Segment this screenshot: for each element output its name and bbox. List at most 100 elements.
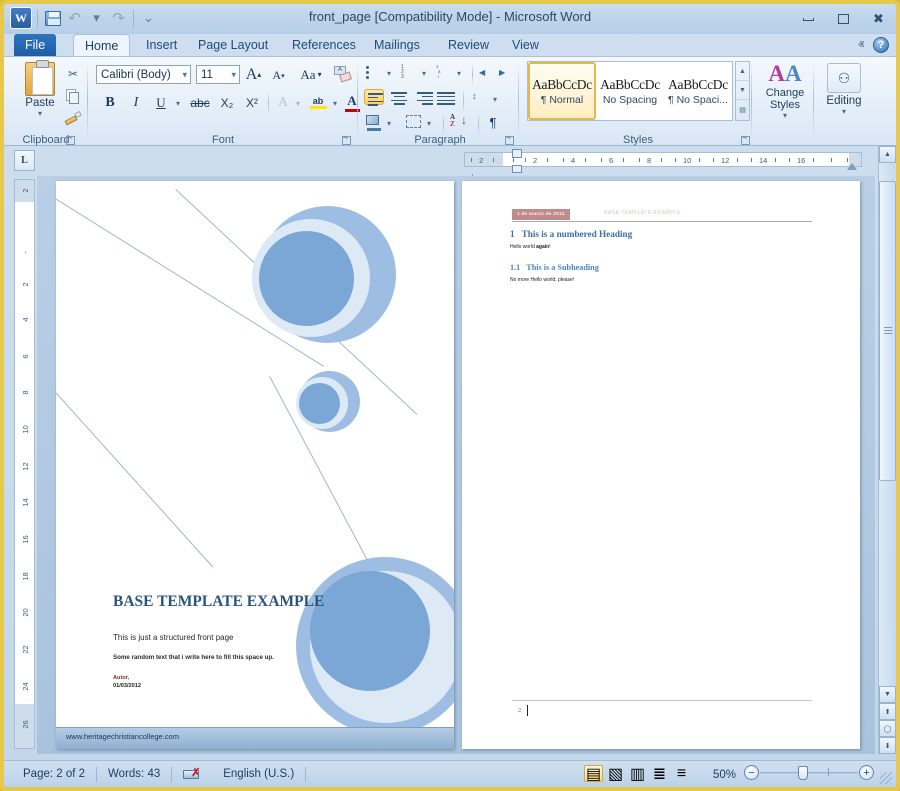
tab-file[interactable]: File	[14, 34, 57, 56]
tab-insert[interactable]: Insert	[135, 34, 188, 56]
grow-font-button[interactable]: A ▴	[243, 64, 264, 85]
underline-button[interactable]: U	[151, 93, 171, 113]
scroll-up-button[interactable]: ▲	[879, 146, 896, 163]
scrollbar-thumb[interactable]	[879, 181, 896, 481]
previous-page-button[interactable]: ⬆	[879, 703, 896, 720]
scroll-down-button[interactable]: ▼	[879, 686, 896, 703]
close-button[interactable]: ✖	[869, 11, 888, 27]
page-indicator[interactable]: Page: 2 of 2	[12, 765, 96, 784]
zoom-slider-thumb[interactable]	[798, 766, 808, 780]
styles-gallery[interactable]: AaBbCcDc ¶ Normal AaBbCcDc No Spacing Aa…	[527, 61, 733, 121]
borders-dropdown-icon[interactable]: ▾	[427, 119, 431, 128]
paste-dropdown-icon[interactable]: ▾	[18, 109, 62, 118]
word-count[interactable]: Words: 43	[97, 765, 171, 784]
tab-review[interactable]: Review	[437, 34, 500, 56]
chevron-down-icon[interactable]: ▾	[182, 69, 187, 80]
left-indent-marker[interactable]	[512, 165, 522, 173]
language-indicator[interactable]: English (U.S.)	[212, 765, 305, 784]
zoom-in-button[interactable]: +	[859, 765, 874, 780]
increase-indent-icon[interactable]: ▶	[499, 65, 517, 81]
highlight-dropdown-icon[interactable]: ▾	[329, 95, 341, 111]
highlight-button[interactable]: ab	[306, 91, 330, 113]
document-page-1[interactable]: BASE TEMPLATE EXAMPLE This is just a str…	[56, 181, 454, 749]
view-full-screen-reading[interactable]: ▧	[606, 765, 625, 783]
tab-page-layout[interactable]: Page Layout	[187, 34, 279, 56]
document-canvas[interactable]: BASE TEMPLATE EXAMPLE This is just a str…	[37, 176, 875, 754]
zoom-slider[interactable]: − +	[744, 765, 874, 780]
editing-button[interactable]: ⚇ Editing ▾	[824, 63, 864, 116]
text-effects-button[interactable]: A	[273, 93, 293, 113]
text-effects-dropdown-icon[interactable]: ▾	[292, 95, 304, 111]
tab-references[interactable]: References	[281, 34, 367, 56]
line-spacing-dropdown-icon[interactable]: ▾	[493, 95, 497, 104]
bullets-icon[interactable]	[366, 65, 384, 81]
minimize-button[interactable]	[799, 11, 818, 27]
font-family-combo[interactable]: Calibri (Body) ▾	[96, 65, 191, 84]
view-draft[interactable]: ≡	[672, 765, 691, 782]
proofing-errors-icon[interactable]: ✗	[172, 765, 212, 784]
cut-icon[interactable]: ✂	[64, 65, 82, 83]
shrink-font-button[interactable]: A ▾	[268, 66, 289, 85]
format-painter-icon[interactable]	[64, 109, 82, 127]
decrease-indent-icon[interactable]: ◀	[479, 65, 497, 81]
right-indent-marker[interactable]	[847, 163, 857, 170]
help-icon[interactable]: ?	[873, 37, 889, 53]
document-page-2[interactable]: 1 de marzo de 2012 BASE TEMPLATE EXAMPLE…	[462, 181, 860, 749]
tab-view[interactable]: View	[501, 34, 550, 56]
select-browse-object-button[interactable]: ◯	[879, 720, 896, 737]
view-print-layout[interactable]: ▤	[584, 765, 603, 783]
multilevel-list-icon[interactable]: 1 a i	[436, 64, 454, 81]
bold-button[interactable]: B	[100, 93, 120, 113]
subscript-button[interactable]: X₂	[216, 93, 238, 113]
numbering-dropdown-icon[interactable]: ▾	[422, 69, 426, 78]
line-spacing-icon[interactable]: ↕	[472, 91, 490, 107]
view-web-layout[interactable]: ▥	[628, 765, 647, 783]
justify-icon[interactable]	[437, 92, 457, 108]
italic-button[interactable]: I	[126, 93, 146, 113]
styles-dialog-launcher[interactable]	[741, 136, 750, 145]
style-normal[interactable]: AaBbCcDc ¶ Normal	[528, 62, 596, 120]
first-line-indent-marker[interactable]	[512, 149, 522, 158]
clear-formatting-icon[interactable]: A	[332, 64, 354, 85]
view-outline[interactable]: ≣	[650, 765, 669, 783]
numbering-icon[interactable]: 1 2 3	[401, 64, 419, 81]
font-size-combo[interactable]: 11 ▾	[196, 65, 240, 84]
style-no-spacing-2[interactable]: AaBbCcDc ¶ No Spaci...	[664, 62, 732, 120]
underline-dropdown-icon[interactable]: ▾	[172, 95, 184, 111]
clipboard-dialog-launcher[interactable]	[66, 136, 75, 145]
vertical-scrollbar[interactable]: ▲ ▼ ⬆ ◯ ⬇	[878, 146, 896, 754]
zoom-level[interactable]: 50%	[713, 769, 736, 781]
align-left-icon[interactable]	[364, 89, 384, 107]
shading-icon[interactable]	[366, 115, 384, 131]
zoom-out-button[interactable]: −	[744, 765, 759, 780]
superscript-button[interactable]: X²	[241, 93, 263, 113]
tab-stop-selector[interactable]: L	[14, 150, 35, 171]
tab-mailings[interactable]: Mailings	[363, 34, 431, 56]
editing-dropdown-icon[interactable]: ▾	[824, 107, 864, 116]
bullets-dropdown-icon[interactable]: ▾	[387, 69, 391, 78]
copy-icon[interactable]	[64, 87, 82, 105]
change-styles-button[interactable]: AA Change Styles ▾	[758, 61, 812, 120]
resize-grip[interactable]	[880, 772, 892, 784]
sort-icon[interactable]: A Z ↓	[450, 113, 474, 130]
change-case-button[interactable]: Aa ▾	[296, 65, 326, 84]
multilevel-dropdown-icon[interactable]: ▾	[457, 69, 461, 78]
styles-scroll-down-icon[interactable]: ▼	[736, 81, 749, 100]
change-styles-dropdown-icon[interactable]: ▾	[758, 111, 812, 120]
borders-icon[interactable]	[406, 115, 424, 131]
vertical-ruler[interactable]: 2 - 2 4 6 8 10 12 14 16 18 20 22 24 26	[14, 179, 35, 749]
horizontal-ruler[interactable]: 2 2 4 6 8 10 12 14 16	[464, 152, 862, 167]
styles-scroll[interactable]: ▲ ▼ ▤	[735, 61, 750, 121]
align-center-icon[interactable]	[389, 92, 409, 108]
align-right-icon[interactable]	[413, 92, 433, 108]
collapse-ribbon-icon[interactable]: ⱏ	[858, 38, 864, 53]
paste-button[interactable]: Paste ▾	[18, 60, 62, 118]
restore-button[interactable]	[834, 11, 853, 27]
font-dialog-launcher[interactable]	[342, 136, 351, 145]
styles-more-icon[interactable]: ▤	[736, 100, 749, 119]
shading-dropdown-icon[interactable]: ▾	[387, 119, 391, 128]
style-no-spacing[interactable]: AaBbCcDc No Spacing	[596, 62, 664, 120]
strikethrough-button[interactable]: abc	[188, 93, 212, 113]
paragraph-dialog-launcher[interactable]	[505, 136, 514, 145]
tab-home[interactable]: Home	[73, 34, 131, 56]
